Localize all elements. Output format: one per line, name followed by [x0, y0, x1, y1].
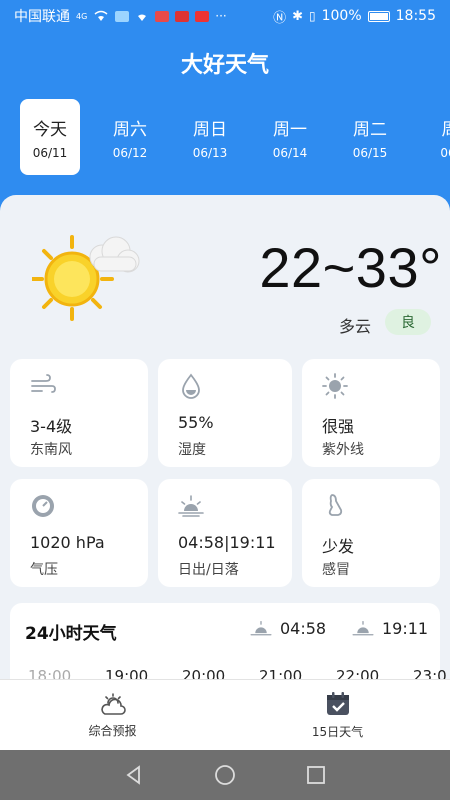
sun-icon [322, 373, 348, 399]
temperature-range: 22~33° [259, 236, 442, 299]
cold-tile[interactable]: 少发 感冒 [302, 479, 440, 587]
carrier-label: 中国联通 [14, 9, 70, 25]
day-date: 06/13 [192, 145, 228, 160]
bluetooth-icon: ✱ [292, 8, 303, 24]
day-name: 周六 [113, 119, 147, 140]
sunrise-sunset-label: 日出/日落 [178, 562, 239, 578]
sunrise-tile[interactable]: 04:58|19:11 日出/日落 [158, 479, 292, 587]
app-notification-icon [155, 10, 170, 22]
pressure-icon [32, 495, 54, 517]
wind-tile[interactable]: 3-4级 东南风 [10, 359, 148, 467]
system-nav-bar [0, 750, 450, 800]
hourly-forecast-card: 24小时天气 04:58 19:11 18:00 19:00 20:00 21:… [10, 603, 447, 685]
signal-label: 4G [76, 11, 88, 21]
partly-cloudy-icon [32, 235, 140, 321]
vibrate-icon: ▯ [309, 9, 316, 23]
pressure-label: 气压 [30, 562, 58, 578]
humidity-icon [182, 373, 200, 399]
today-summary: 22~33° 多云 良 [0, 195, 450, 355]
day-date: 06/12 [112, 145, 148, 160]
sunset-time: 19:11 [382, 619, 429, 638]
sunrise-block: 04:58 [250, 619, 326, 638]
day-tabs: 今天 06/11 周六 06/12 周日 06/13 周一 06/14 周二 0… [20, 99, 450, 175]
sunrise-time: 04:58 [280, 619, 327, 638]
cold-value: 少发 [322, 537, 355, 556]
sunset-icon [352, 620, 374, 635]
day-tab-today[interactable]: 今天 06/11 [20, 99, 80, 175]
day-date: 06/ [440, 145, 450, 160]
uv-tile[interactable]: 很强 紫外线 [302, 359, 440, 467]
wifi-icon [138, 14, 147, 21]
sunrise-icon [250, 620, 272, 635]
sunrise-sunset-value: 04:58|19:11 [178, 533, 276, 552]
cloud-sun-icon [100, 692, 126, 715]
bottom-nav: 综合预报 15日天气 [0, 679, 450, 750]
back-icon[interactable] [124, 765, 144, 785]
nav-15day-label: 15日天气 [311, 724, 364, 739]
pressure-tile[interactable]: 1020 hPa 气压 [10, 479, 148, 587]
nfc-icon: Ⓝ [273, 10, 287, 26]
pressure-value: 1020 hPa [30, 533, 105, 552]
wifi-icon [94, 10, 108, 21]
more-dots-icon: ··· [215, 9, 227, 23]
day-tab-sun[interactable]: 周日 06/13 [180, 99, 240, 175]
battery-icon [367, 10, 390, 22]
day-date: 06/14 [272, 145, 308, 160]
clock: 18:55 [395, 8, 436, 24]
app-notification-icon [195, 10, 210, 22]
wind-value: 3-4级 [30, 417, 73, 436]
weather-icon [115, 10, 130, 22]
wind-label: 东南风 [30, 442, 72, 458]
nav-forecast[interactable]: 综合预报 [0, 680, 225, 750]
day-name: 今天 [33, 119, 67, 140]
day-name: 周二 [353, 119, 387, 140]
weather-condition: 多云 [339, 317, 372, 336]
day-tab-wed[interactable]: 周 06/ [420, 99, 450, 175]
humidity-label: 湿度 [178, 442, 206, 458]
wind-icon [31, 374, 56, 393]
nav-15day[interactable]: 15日天气 [225, 680, 450, 750]
day-tab-mon[interactable]: 周一 06/14 [260, 99, 320, 175]
app-notification-icon [175, 10, 190, 22]
sunset-block: 19:11 [352, 619, 428, 638]
day-tab-tue[interactable]: 周二 06/15 [340, 99, 400, 175]
uv-label: 紫外线 [322, 442, 364, 458]
status-bar: 中国联通 4G ··· Ⓝ ✱ ▯ 100% 18:55 [0, 0, 450, 32]
app-title: 大好天气 [180, 53, 269, 78]
hourly-title: 24小时天气 [25, 624, 117, 644]
day-date: 06/11 [32, 145, 68, 160]
day-name: 周日 [193, 119, 227, 140]
air-quality-badge[interactable]: 良 [385, 309, 431, 335]
sunrise-icon [178, 495, 204, 517]
humidity-tile[interactable]: 55% 湿度 [158, 359, 292, 467]
recents-icon[interactable] [306, 765, 326, 785]
main-panel: 22~33° 多云 良 3-4级 东南风 55% 湿度 很强 紫外线 1020 … [0, 195, 450, 685]
cold-icon [328, 494, 343, 516]
nav-forecast-label: 综合预报 [88, 723, 137, 738]
day-name: 周一 [273, 119, 307, 140]
uv-value: 很强 [322, 417, 355, 436]
battery-percent: 100% [321, 8, 362, 24]
day-date: 06/15 [352, 145, 388, 160]
humidity-value: 55% [178, 413, 214, 432]
calendar-check-icon [326, 691, 349, 715]
detail-grid: 3-4级 东南风 55% 湿度 很强 紫外线 1020 hPa 气压 04:58… [10, 359, 440, 587]
home-icon[interactable] [214, 764, 236, 786]
day-name: 周 [442, 115, 450, 140]
cold-label: 感冒 [322, 562, 350, 578]
day-tab-sat[interactable]: 周六 06/12 [100, 99, 160, 175]
